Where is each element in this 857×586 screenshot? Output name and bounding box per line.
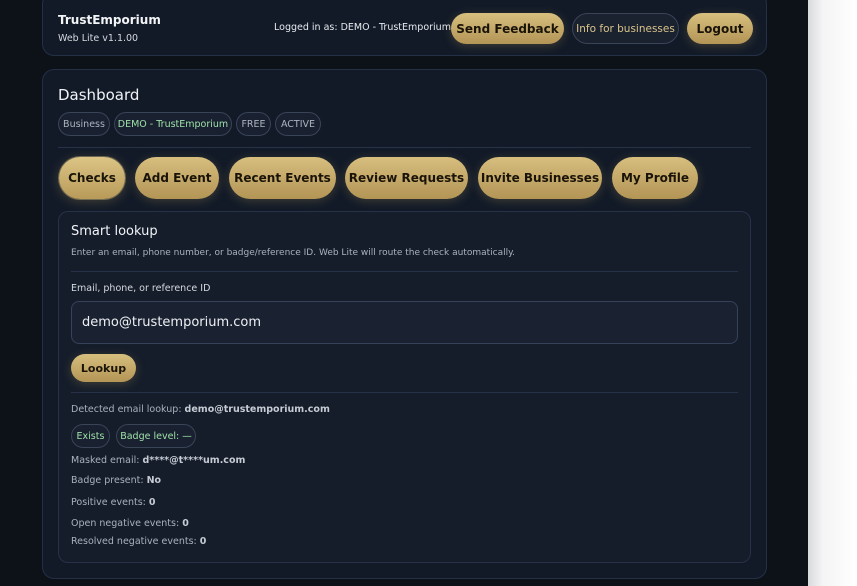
window-gutter: [808, 0, 857, 586]
smart-lookup-panel: Smart lookup Enter an email, phone numbe…: [58, 211, 751, 563]
positive-events-value: 0: [148, 497, 156, 508]
badge-present-value: No: [146, 475, 162, 486]
open-negative-events-label: Open negative events:: [71, 518, 183, 529]
tab-review-requests[interactable]: Review Requests: [345, 157, 468, 199]
tab-recent-events[interactable]: Recent Events: [229, 157, 336, 199]
lookup-field-label: Email, phone, or reference ID: [71, 283, 211, 294]
detected-label: Detected email lookup:: [71, 404, 185, 415]
detected-lookup-line: Detected email lookup: demo@trustemporiu…: [71, 404, 330, 415]
resolved-negative-events-value: 0: [199, 536, 207, 547]
brand-name: TrustEmporium: [58, 13, 161, 27]
exists-badge: Exists: [71, 424, 110, 448]
tab-my-profile[interactable]: My Profile: [612, 157, 698, 199]
send-feedback-button[interactable]: Send Feedback: [451, 13, 564, 44]
info-for-businesses-button[interactable]: Info for businesses: [572, 13, 679, 44]
badge-level-badge: Badge level: —: [116, 424, 196, 448]
resolved-negative-events-line: Resolved negative events: 0: [71, 536, 206, 547]
tab-checks[interactable]: Checks: [59, 157, 125, 199]
lookup-button[interactable]: Lookup: [71, 354, 136, 382]
lookup-input[interactable]: [71, 301, 738, 344]
account-type-badge: Business: [58, 112, 110, 136]
open-negative-events-value: 0: [182, 518, 189, 529]
account-name-badge: DEMO - TrustEmporium: [114, 112, 232, 136]
page-title: Dashboard: [58, 86, 140, 104]
masked-email-line: Masked email: d****@t****um.com: [71, 455, 245, 466]
logout-button[interactable]: Logout: [687, 13, 753, 44]
open-negative-events-line: Open negative events: 0: [71, 518, 189, 529]
divider: [71, 392, 738, 393]
app-version: Web Lite v1.1.00: [58, 33, 139, 44]
badge-present-label: Badge present:: [71, 475, 147, 486]
masked-email-label: Masked email:: [71, 455, 143, 466]
tab-add-event[interactable]: Add Event: [135, 157, 219, 199]
section-title: Smart lookup: [71, 224, 158, 239]
status-badge: ACTIVE: [275, 112, 321, 136]
positive-events-line: Positive events: 0: [71, 497, 156, 508]
divider: [71, 271, 738, 272]
positive-events-label: Positive events:: [71, 497, 149, 508]
badge-present-line: Badge present: No: [71, 475, 161, 486]
detected-value: demo@trustemporium.com: [184, 404, 330, 415]
section-description: Enter an email, phone number, or badge/r…: [71, 248, 516, 258]
logged-in-status: Logged in as: DEMO - TrustEmporium: [274, 22, 451, 33]
divider: [58, 147, 751, 148]
resolved-negative-events-label: Resolved negative events:: [71, 536, 200, 547]
masked-email-value: d****@t****um.com: [142, 455, 246, 466]
dashboard-panel: Dashboard Business DEMO - TrustEmporium …: [42, 69, 767, 579]
plan-badge: FREE: [236, 112, 271, 136]
tab-invite-businesses[interactable]: Invite Businesses: [478, 157, 602, 199]
header-bar: TrustEmporium Web Lite v1.1.00 Logged in…: [42, 0, 767, 56]
